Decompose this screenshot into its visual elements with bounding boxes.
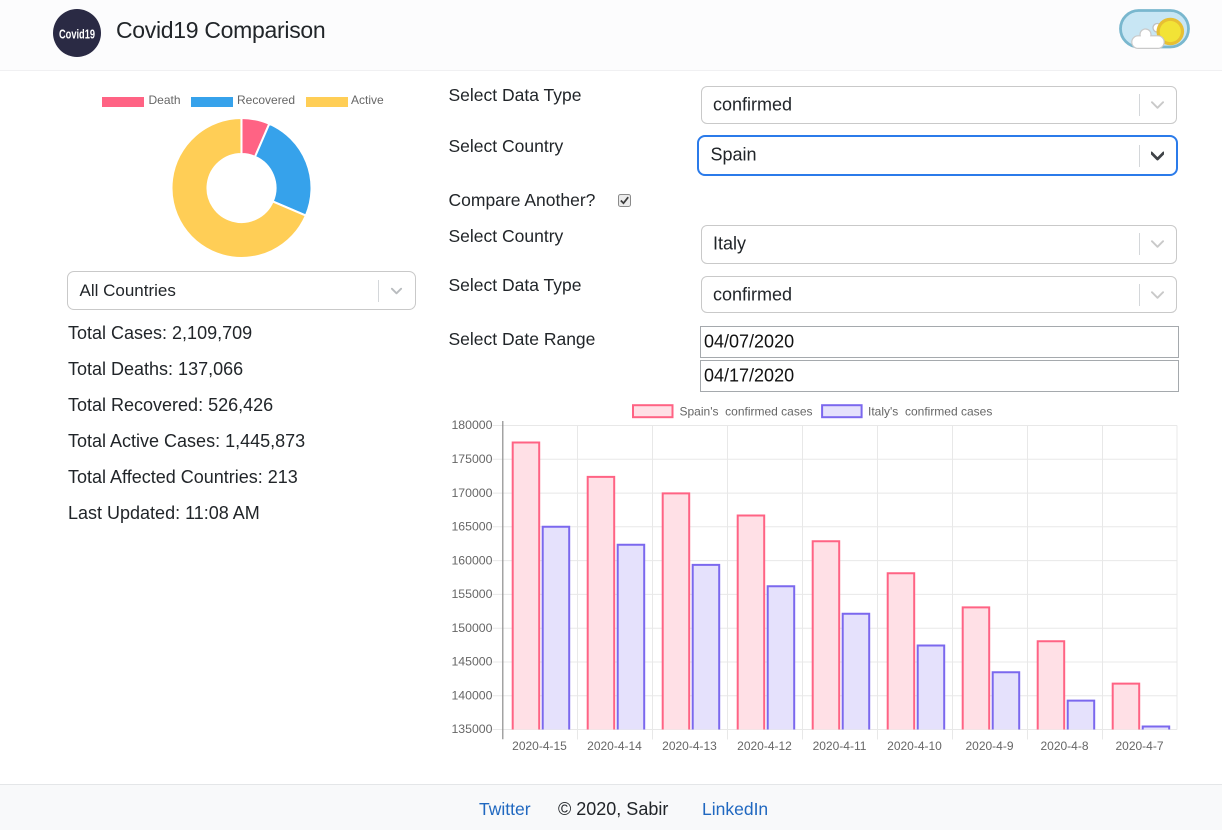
- svg-text:Italy's confirmed cases: Italy's confirmed cases: [868, 405, 992, 419]
- svg-text:170000: 170000: [451, 486, 492, 500]
- svg-text:165000: 165000: [451, 520, 492, 534]
- svg-text:2020-4-15: 2020-4-15: [512, 739, 567, 753]
- svg-text:155000: 155000: [451, 587, 492, 601]
- svg-text:175000: 175000: [451, 452, 492, 466]
- svg-text:2020-4-12: 2020-4-12: [737, 739, 792, 753]
- svg-text:2020-4-10: 2020-4-10: [887, 739, 942, 753]
- svg-text:2020-4-9: 2020-4-9: [965, 739, 1013, 753]
- svg-text:160000: 160000: [451, 553, 492, 567]
- svg-text:145000: 145000: [451, 655, 492, 669]
- svg-text:2020-4-8: 2020-4-8: [1040, 739, 1088, 753]
- svg-text:2020-4-11: 2020-4-11: [813, 739, 867, 753]
- svg-text:2020-4-13: 2020-4-13: [662, 739, 717, 753]
- svg-text:Spain's confirmed cases: Spain's confirmed cases: [680, 405, 813, 419]
- svg-text:2020-4-14: 2020-4-14: [587, 739, 642, 753]
- svg-text:2020-4-7: 2020-4-7: [1115, 739, 1163, 753]
- svg-text:140000: 140000: [451, 688, 492, 702]
- svg-text:135000: 135000: [451, 722, 492, 736]
- svg-text:180000: 180000: [451, 418, 492, 432]
- svg-text:150000: 150000: [451, 621, 492, 635]
